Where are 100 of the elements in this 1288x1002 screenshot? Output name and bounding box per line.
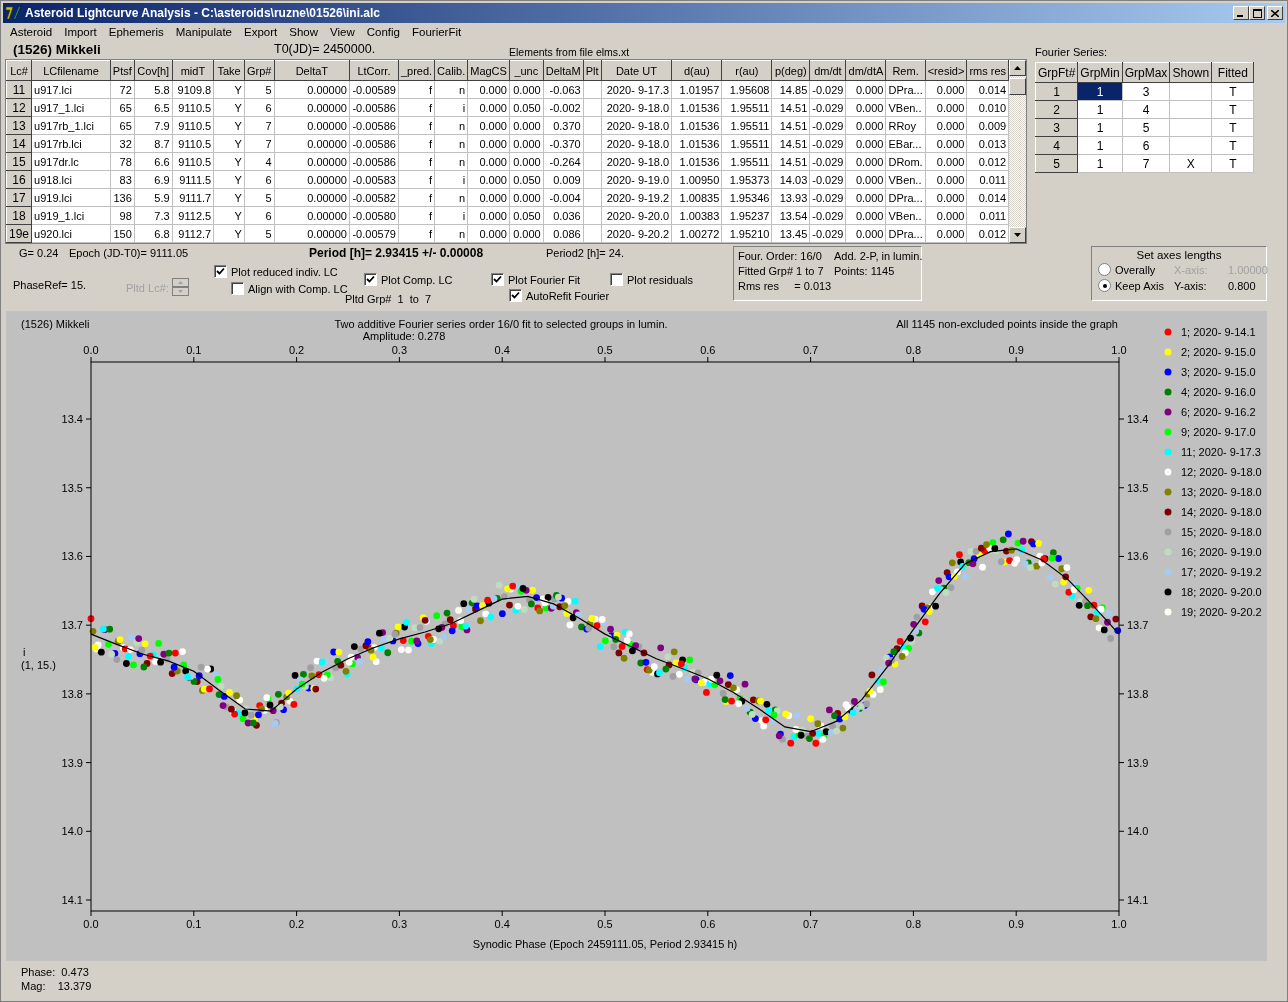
g-label: G= 0.24: [19, 247, 59, 259]
checkbox[interactable]: Plot reduced indiv. LC: [214, 265, 338, 278]
fit-info-text: Points: 1145: [834, 265, 896, 277]
checkbox[interactable]: Plot residuals: [610, 273, 694, 286]
y-tick-label: 14.0: [61, 825, 83, 838]
phaseref-label: PhaseRef= 15.: [13, 279, 87, 291]
legend-label: 17; 2020- 9-19.2: [1181, 566, 1262, 578]
y-tick-label: 14.1: [1127, 894, 1149, 906]
x-tick-label: 0.3: [391, 918, 408, 930]
x-tick-label: 0.0: [83, 344, 99, 356]
legend-label: 18; 2020- 9-20.0: [1181, 586, 1262, 598]
x-tick-label: 0.1: [186, 918, 202, 930]
legend-label: 15; 2020- 9-18.0: [1181, 526, 1262, 538]
column-header[interactable]: r(au): [721, 60, 772, 81]
column-header[interactable]: <resid>: [925, 60, 967, 81]
x-tick-label: 1.0: [1111, 918, 1127, 930]
fourier-series-label: Fourier Series:: [1035, 46, 1109, 60]
legend-label: 11; 2020- 9-17.3: [1181, 446, 1261, 458]
menu-item[interactable]: Asteroid: [4, 26, 59, 38]
column-header[interactable]: p(deg): [771, 60, 810, 81]
x-tick-label: 0.5: [597, 344, 613, 356]
fit-info-text: Fitted Grp# 1 to 7: [738, 265, 825, 277]
x-tick-label: 0.7: [802, 344, 819, 356]
y-tick-label: 13.8: [61, 687, 83, 700]
x-tick-label: 0.2: [288, 918, 305, 930]
x-tick-label: 0.2: [288, 344, 305, 356]
legend-label: 16; 2020- 9-19.0: [1181, 546, 1262, 558]
y-tick-label: 13.5: [1127, 481, 1149, 494]
y-tick-label: 13.4: [61, 413, 83, 426]
column-header[interactable]: d(au): [671, 60, 722, 81]
column-header[interactable]: Date UT: [601, 60, 672, 81]
x-tick-label: 0.4: [494, 918, 510, 930]
fit-info-text: Rms res = 0.013: [738, 280, 833, 292]
checkbox[interactable]: Plot Comp. LC: [364, 273, 453, 286]
y-axis-note: (1, 15.): [21, 659, 56, 671]
x-tick-label: 1.0: [1111, 344, 1127, 356]
checkbox[interactable]: Plot Fourier Fit: [491, 273, 581, 286]
y-tick-label: 13.5: [61, 481, 83, 494]
column-header[interactable]: Ptsf: [110, 60, 135, 81]
menu-item[interactable]: View: [324, 26, 361, 38]
column-header[interactable]: GrpMin: [1077, 62, 1123, 83]
column-header[interactable]: Rem.: [885, 60, 926, 81]
x-tick-label: 0.1: [186, 344, 202, 356]
column-header[interactable]: Take: [213, 60, 245, 81]
chart-title: Two additive Fourier series order 16/0 fit to selected groups in lumin.: [334, 318, 668, 330]
x-axis-title: Synodic Phase (Epoch 2459111.05, Period 2.93415 h): [472, 938, 738, 950]
column-header[interactable]: LCfilename: [31, 60, 111, 81]
legend-label: 19; 2020- 9-20.2: [1181, 606, 1262, 618]
x-tick-label: 0.6: [700, 344, 716, 356]
amplitude-label: Amplitude: 0.278: [362, 330, 446, 342]
y-tick-label: 13.6: [1127, 550, 1149, 563]
x-tick-label: 0.0: [83, 918, 99, 930]
column-header[interactable]: Fitted: [1211, 62, 1254, 83]
column-header[interactable]: Grp#: [244, 60, 275, 81]
column-header[interactable]: GrpFt#: [1035, 62, 1078, 83]
menu-item[interactable]: FourierFit: [406, 26, 468, 38]
epoch-label: Epoch (JD-T0)= 9111.05: [69, 247, 189, 259]
axis-label: Y-axis:: [1174, 279, 1208, 292]
column-header[interactable]: _pred.: [398, 60, 435, 81]
y-tick-label: 14.1: [61, 894, 83, 906]
x-tick-label: 0.5: [597, 918, 613, 930]
column-header[interactable]: _unc: [509, 60, 544, 81]
menu-item[interactable]: Ephemeris: [102, 26, 170, 38]
column-header[interactable]: Cov[h]: [134, 60, 173, 81]
menu-item[interactable]: Export: [238, 26, 284, 38]
radio-button[interactable]: Overally: [1098, 263, 1174, 276]
y-tick-label: 13.9: [61, 756, 83, 769]
checkbox[interactable]: Align with Comp. LC: [231, 282, 348, 295]
checkbox[interactable]: AutoRefit Fourier: [509, 289, 610, 302]
y-tick-label: 13.8: [1127, 687, 1149, 700]
menu-item[interactable]: Manipulate: [169, 26, 238, 38]
group-title: Set axes lengths: [1135, 249, 1223, 261]
menu-item[interactable]: Show: [283, 26, 325, 38]
period-label: Period [h]= 2.93415 +/- 0.00008: [309, 246, 484, 260]
column-header[interactable]: Calib.: [434, 60, 468, 81]
y-tick-label: 13.9: [1127, 756, 1149, 769]
column-header[interactable]: midT: [172, 60, 214, 81]
column-header[interactable]: MagCS: [467, 60, 510, 81]
column-header[interactable]: dm/dtA: [846, 60, 886, 81]
axis-value: 0.800: [1228, 279, 1257, 292]
column-header[interactable]: LtCorr.: [349, 60, 399, 81]
column-header[interactable]: dm/dt: [809, 60, 846, 81]
column-header[interactable]: Shown: [1169, 62, 1212, 83]
column-header[interactable]: Lc#: [6, 60, 32, 81]
legend-label: 6; 2020- 9-16.2: [1181, 406, 1256, 418]
fit-info-text: Four. Order: 16/0: [738, 250, 823, 262]
legend-label: 14; 2020- 9-18.0: [1181, 506, 1262, 518]
legend-label: 12; 2020- 9-18.0: [1181, 466, 1262, 478]
column-header[interactable]: DeltaM: [543, 60, 584, 81]
menu-item[interactable]: Import: [58, 26, 103, 38]
menu-item[interactable]: Config: [360, 26, 406, 38]
radio-button[interactable]: Keep Axis: [1098, 279, 1174, 292]
chart-object-name: (1526) Mikkeli: [21, 318, 90, 330]
column-header[interactable]: GrpMax: [1122, 62, 1170, 83]
x-tick-label: 0.9: [1008, 344, 1024, 356]
column-header[interactable]: rms res: [966, 60, 1009, 81]
fit-info-text: Add. 2-P, in lumin.: [834, 250, 923, 262]
x-tick-label: 0.9: [1008, 918, 1024, 930]
t0-label: T0(JD)= 2450000.: [274, 42, 376, 56]
column-header[interactable]: DeltaT: [274, 60, 350, 81]
